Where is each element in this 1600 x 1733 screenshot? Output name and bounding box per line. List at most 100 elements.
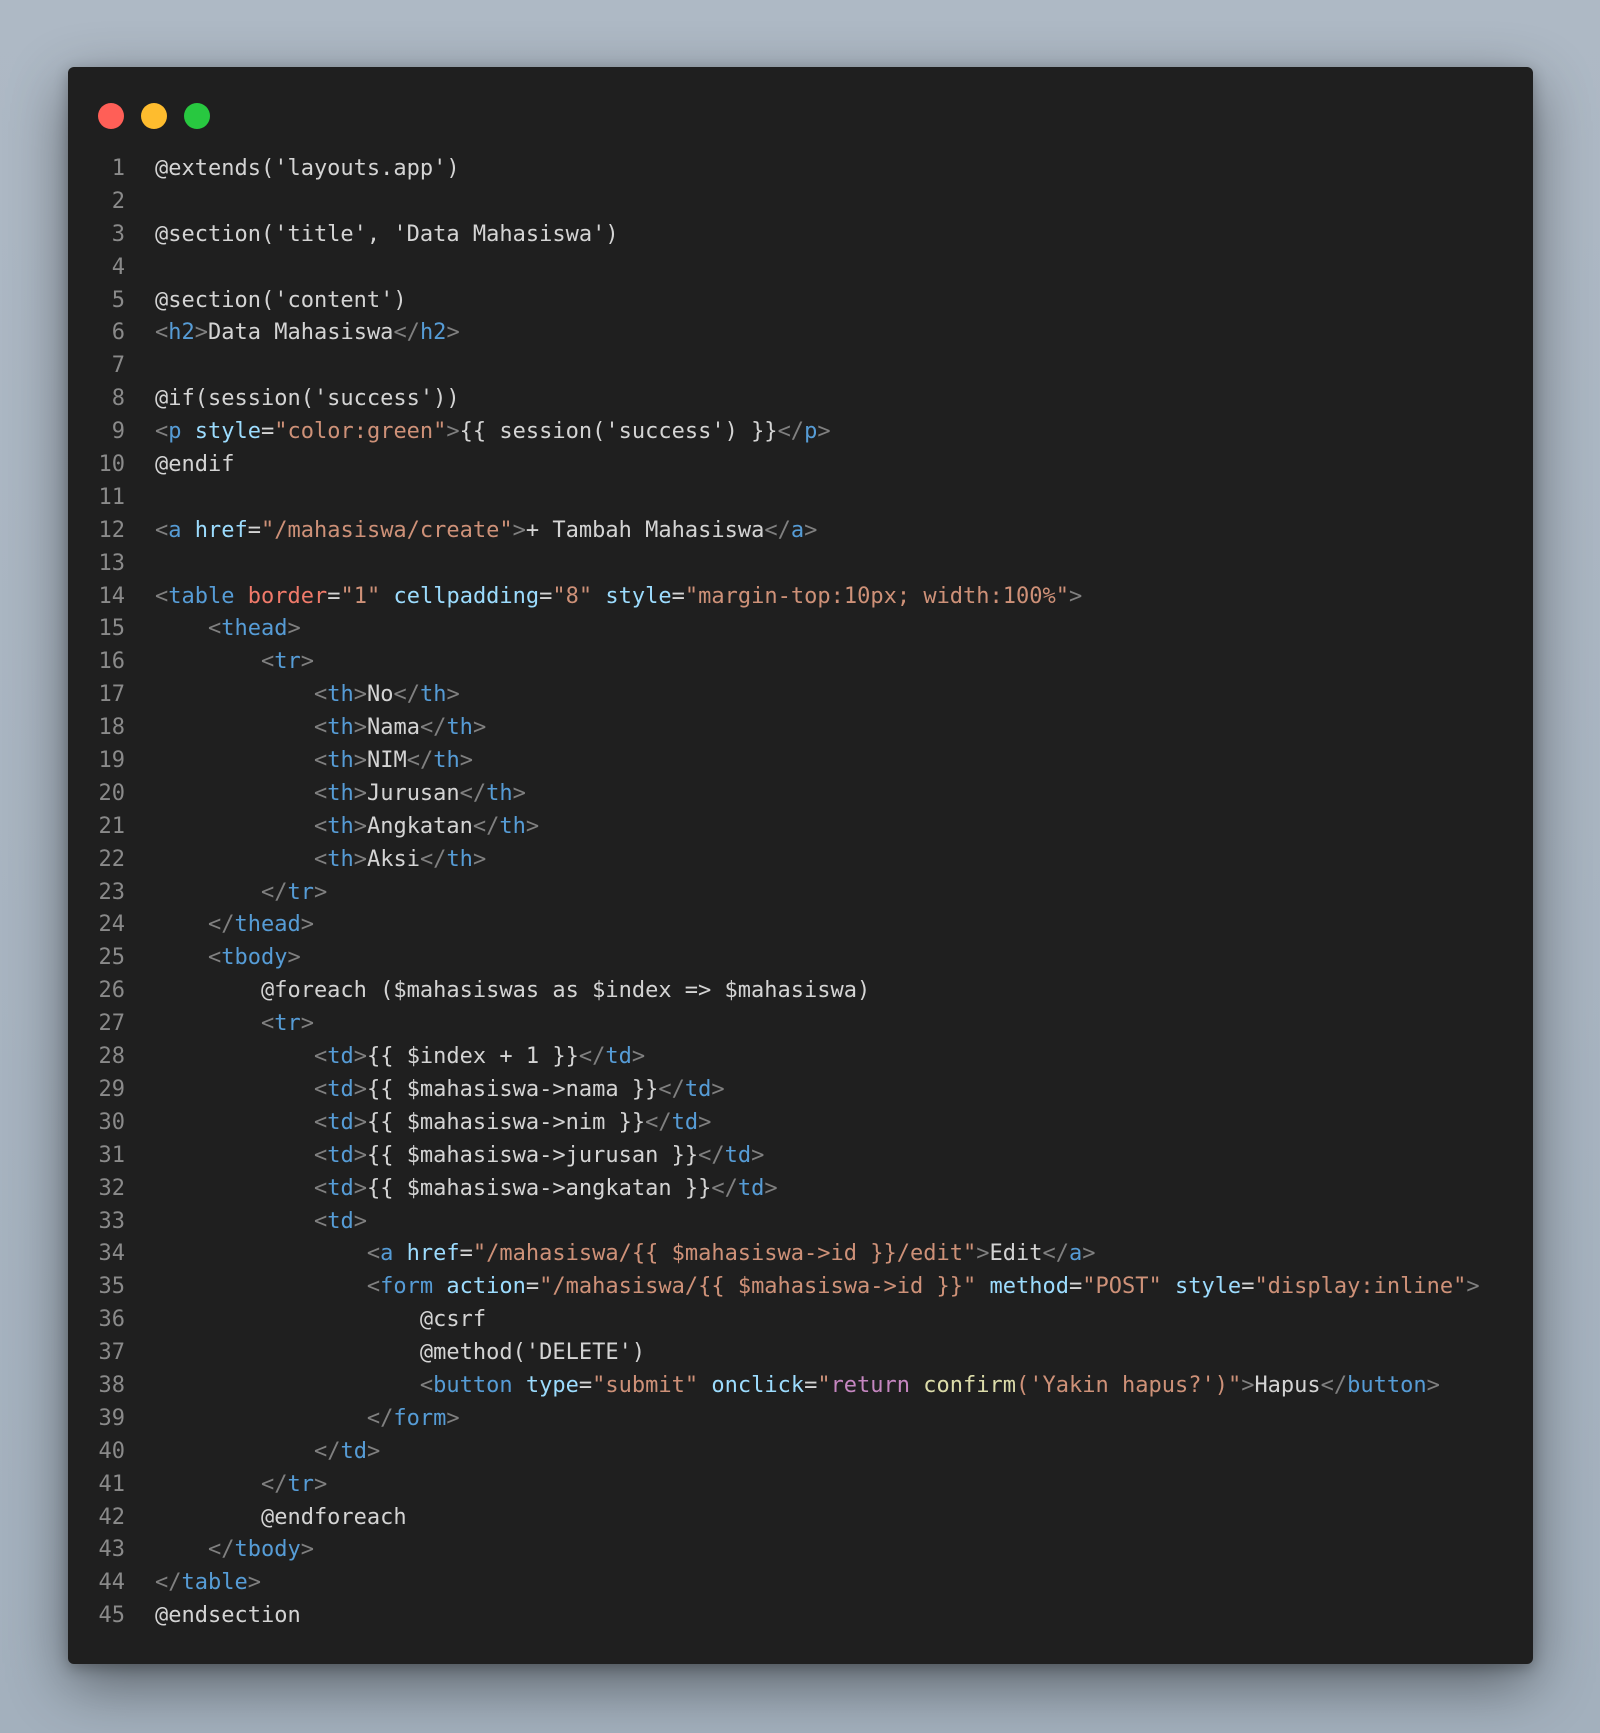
line-code: <tr> — [155, 646, 314, 679]
code-token: td — [327, 1142, 354, 1168]
code-line: 25 <tbody> — [68, 942, 1533, 975]
code-token: < — [155, 320, 169, 346]
code-token: h2 — [419, 320, 447, 346]
code-line: 20 <th>Jurusan</th> — [68, 778, 1533, 811]
code-token: href — [194, 517, 248, 543]
code-line: 38 <button type="submit" onclick="return… — [68, 1370, 1533, 1403]
line-code: <p style="color:green">{{ session('succe… — [155, 416, 831, 449]
code-token: table — [181, 1570, 248, 1596]
line-code: @section('content') — [155, 285, 407, 318]
code-token: Aksi — [366, 846, 420, 872]
code-token: NIM — [366, 748, 407, 774]
line-number: 13 — [98, 550, 126, 576]
code-token: button — [433, 1372, 513, 1398]
code-token: > — [711, 1076, 725, 1102]
code-line: 26 @foreach ($mahasiswas as $index => $m… — [68, 975, 1533, 1008]
line-code: <thead> — [155, 613, 301, 646]
code-token: > — [1466, 1274, 1480, 1300]
code-token: return — [830, 1372, 911, 1398]
line-code: @endsection — [155, 1600, 301, 1633]
code-token: > — [353, 748, 367, 774]
code-token: Nama — [366, 715, 420, 741]
line-number: 21 — [98, 813, 126, 839]
line-code: @endforeach — [155, 1502, 407, 1535]
code-token: </ — [393, 682, 420, 708]
code-line: 13 — [68, 548, 1533, 581]
code-token: > — [300, 1537, 314, 1563]
code-token: th — [327, 813, 354, 839]
code-token: tr — [287, 1471, 314, 1497]
code-token: < — [260, 1011, 275, 1037]
code-token: form — [380, 1274, 434, 1300]
code-line: 42 @endforeach — [68, 1502, 1533, 1535]
line-code: <th>No</th> — [155, 679, 460, 712]
code-token: < — [155, 517, 169, 543]
code-token: </ — [419, 846, 447, 872]
code-token: </ — [764, 517, 791, 543]
code-line: 31 <td>{{ $mahasiswa->jurusan }}</td> — [68, 1140, 1533, 1173]
code-line: 34 <a href="/mahasiswa/{{ $mahasiswa->id… — [68, 1238, 1533, 1271]
minimize-button[interactable] — [141, 103, 167, 129]
line-number: 32 — [98, 1175, 126, 1201]
code-token: p — [804, 419, 818, 445]
code-token: </ — [1042, 1241, 1069, 1267]
code-token: th — [499, 813, 526, 839]
maximize-button[interactable] — [184, 103, 210, 129]
code-token: < — [313, 780, 328, 806]
line-number: 23 — [98, 879, 126, 905]
code-token: No — [366, 682, 394, 708]
code-token: > — [300, 649, 314, 675]
code-line: 40 </td> — [68, 1436, 1533, 1469]
code-token: < — [419, 1372, 434, 1398]
code-block: 1 @extends('layouts.app') 2 3 @section('titl… — [68, 153, 1533, 1633]
line-number: 35 — [98, 1274, 126, 1300]
line-code: @section('title', 'Data Mahasiswa') — [155, 219, 619, 252]
line-code: <form action="/mahasiswa/{{ $mahasiswa->… — [155, 1271, 1480, 1304]
code-token: "8" — [552, 583, 593, 609]
code-token: "display:inline" — [1254, 1274, 1467, 1300]
code-line: 10 @endif — [68, 449, 1533, 482]
code-token: < — [155, 583, 169, 609]
code-token: "/mahasiswa/create" — [260, 517, 513, 543]
code-line: 17 <th>No</th> — [68, 679, 1533, 712]
code-token: a — [380, 1241, 394, 1267]
code-token: < — [155, 419, 169, 445]
code-token: @method('DELETE') — [155, 1340, 646, 1366]
line-code: <tr> — [155, 1008, 314, 1041]
line-number: 27 — [98, 1011, 126, 1037]
code-token: </ — [658, 1076, 685, 1102]
code-token: = — [1241, 1274, 1255, 1300]
code-line: 28 <td>{{ $index + 1 }}</td> — [68, 1041, 1533, 1074]
code-token: a — [1068, 1241, 1083, 1267]
line-code: </tr> — [155, 877, 327, 910]
code-token: @endif — [155, 452, 235, 478]
code-line: 4 — [68, 252, 1533, 285]
code-token: = — [260, 419, 275, 445]
close-button[interactable] — [98, 103, 124, 129]
code-token: th — [327, 715, 354, 741]
line-number: 15 — [98, 616, 126, 642]
line-number: 26 — [98, 978, 126, 1004]
code-token: button — [1347, 1372, 1427, 1398]
code-token: "margin-top:10px; width:100%" — [684, 583, 1070, 609]
code-token: > — [353, 813, 367, 839]
line-number: 44 — [98, 1570, 126, 1596]
code-token: > — [300, 1011, 314, 1037]
line-number: 36 — [98, 1307, 126, 1333]
code-line: 16 <tr> — [68, 646, 1533, 679]
line-code: <td>{{ $mahasiswa->angkatan }}</td> — [155, 1173, 778, 1206]
line-number: 8 — [111, 386, 125, 412]
line-number: 9 — [111, 419, 125, 445]
code-line: 6 <h2>Data Mahasiswa</h2> — [68, 317, 1533, 350]
code-line: 35 <form action="/mahasiswa/{{ $mahasisw… — [68, 1271, 1533, 1304]
